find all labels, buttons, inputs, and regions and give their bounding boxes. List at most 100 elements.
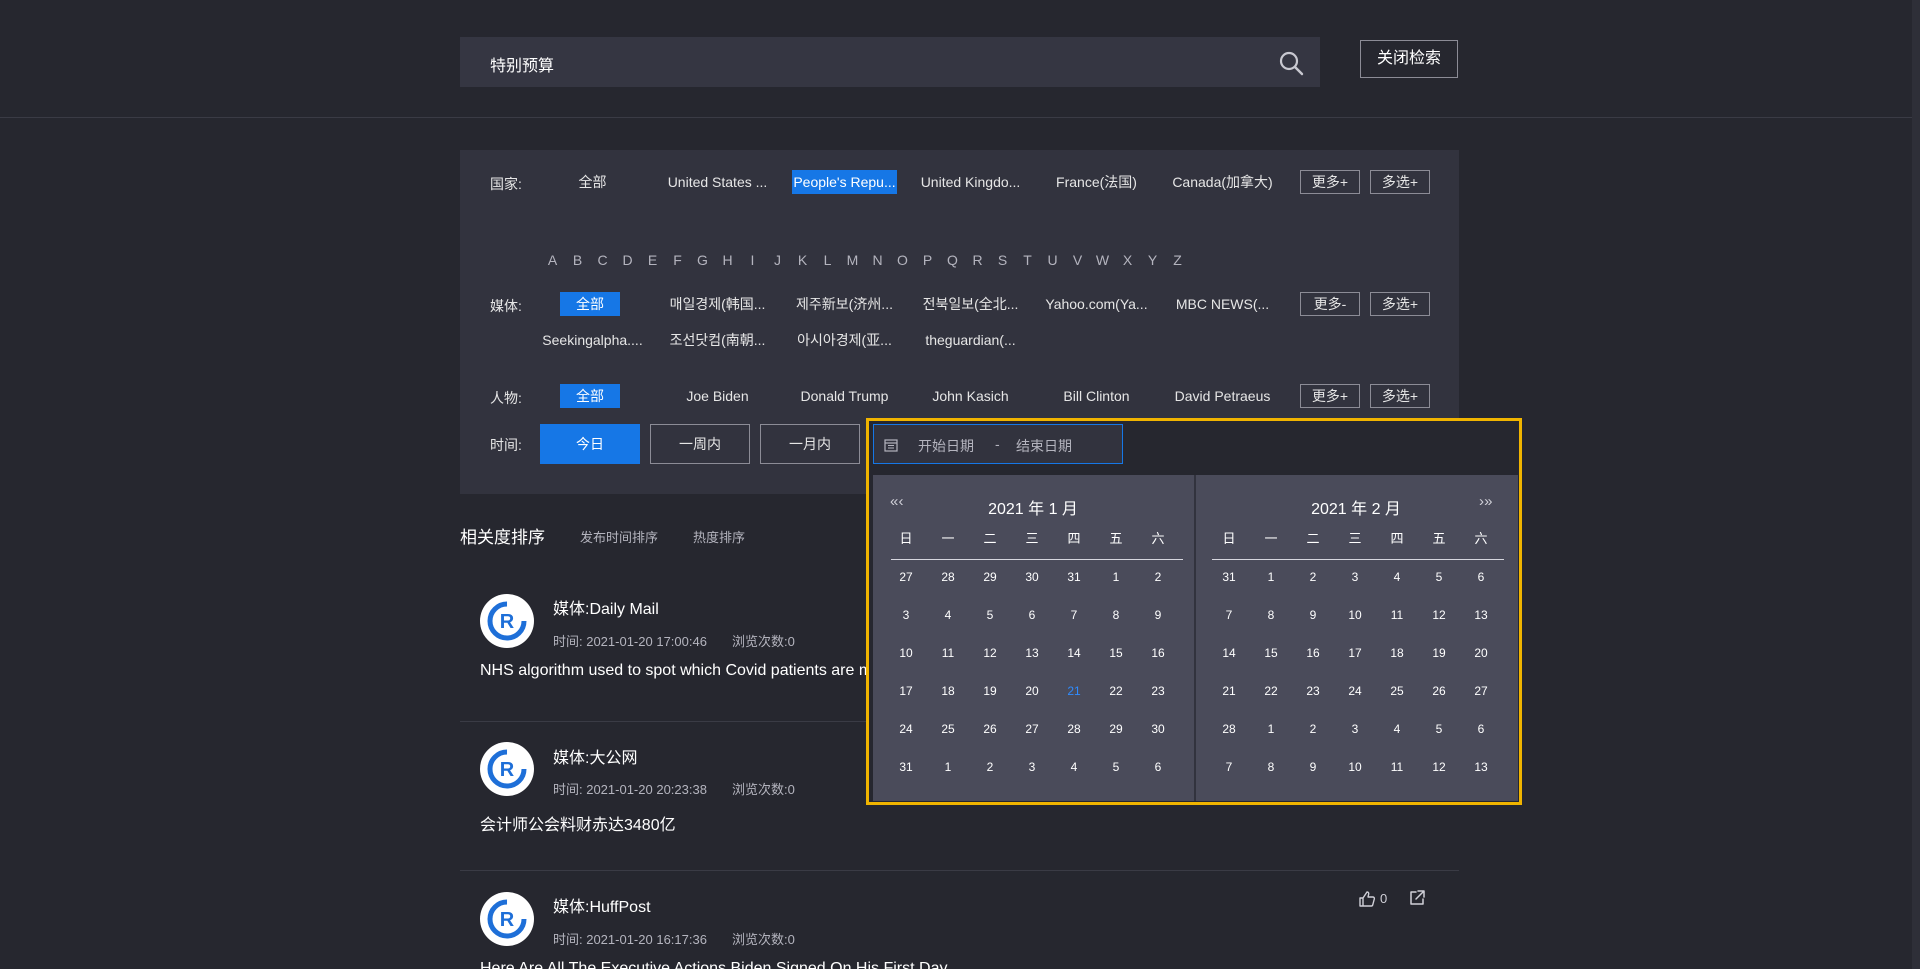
letter-a[interactable]: A — [540, 252, 565, 268]
country-option-united-kingdom[interactable]: United Kingdo... — [918, 170, 1023, 194]
calendar-day[interactable]: 28 — [1053, 719, 1095, 739]
media-option-chosun[interactable]: 조선닷컴(南朝... — [665, 328, 770, 352]
calendar-day[interactable]: 11 — [1376, 605, 1418, 625]
calendar-day[interactable]: 18 — [1376, 643, 1418, 663]
letter-k[interactable]: K — [790, 252, 815, 268]
calendar-day[interactable]: 21 — [1053, 681, 1095, 701]
sort-relevance[interactable]: 相关度排序 — [460, 523, 545, 548]
start-date-input[interactable]: 开始日期 — [918, 436, 974, 456]
country-more-button[interactable]: 更多+ — [1300, 170, 1360, 194]
calendar-day[interactable]: 20 — [1011, 681, 1053, 701]
letter-s[interactable]: S — [990, 252, 1015, 268]
calendar-day[interactable]: 16 — [1292, 643, 1334, 663]
calendar-day[interactable]: 3 — [1334, 719, 1376, 739]
calendar-day[interactable]: 23 — [1137, 681, 1179, 701]
media-option-asiae[interactable]: 아시아경제(亚... — [792, 328, 897, 352]
calendar-day[interactable]: 13 — [1460, 757, 1502, 777]
media-option-theguardian[interactable]: theguardian(... — [918, 328, 1023, 352]
calendar-day[interactable]: 12 — [969, 643, 1011, 663]
letter-h[interactable]: H — [715, 252, 740, 268]
time-week-button[interactable]: 一周内 — [650, 424, 750, 464]
calendar-day[interactable]: 22 — [1250, 681, 1292, 701]
letter-e[interactable]: E — [640, 252, 665, 268]
calendar-day[interactable]: 19 — [1418, 643, 1460, 663]
letter-u[interactable]: U — [1040, 252, 1065, 268]
calendar-day[interactable]: 13 — [1011, 643, 1053, 663]
letter-p[interactable]: P — [915, 252, 940, 268]
calendar-day[interactable]: 5 — [1418, 719, 1460, 739]
calendar-day[interactable]: 24 — [1334, 681, 1376, 701]
sort-publish-time[interactable]: 发布时间排序 — [580, 527, 658, 546]
letter-g[interactable]: G — [690, 252, 715, 268]
calendar-day[interactable]: 14 — [1208, 643, 1250, 663]
share-icon[interactable] — [1408, 889, 1426, 907]
calendar-day[interactable]: 13 — [1460, 605, 1502, 625]
calendar-day[interactable]: 27 — [1011, 719, 1053, 739]
letter-v[interactable]: V — [1065, 252, 1090, 268]
calendar-day[interactable]: 16 — [1137, 643, 1179, 663]
calendar-day[interactable]: 7 — [1208, 605, 1250, 625]
next-month-year-nav-icon[interactable]: › » — [1479, 493, 1492, 510]
calendar-day[interactable]: 10 — [1334, 757, 1376, 777]
calendar-day[interactable]: 22 — [1095, 681, 1137, 701]
letter-r[interactable]: R — [965, 252, 990, 268]
calendar-day[interactable]: 4 — [1376, 567, 1418, 587]
letter-c[interactable]: C — [590, 252, 615, 268]
calendar-day[interactable]: 20 — [1460, 643, 1502, 663]
letter-i[interactable]: I — [740, 252, 765, 268]
calendar-day[interactable]: 21 — [1208, 681, 1250, 701]
letter-l[interactable]: L — [815, 252, 840, 268]
letter-f[interactable]: F — [665, 252, 690, 268]
calendar-day[interactable]: 9 — [1292, 757, 1334, 777]
sort-popularity[interactable]: 热度排序 — [693, 527, 745, 546]
letter-o[interactable]: O — [890, 252, 915, 268]
news-title[interactable]: 会计师公会料财赤达3480亿 — [480, 811, 676, 835]
calendar-day[interactable]: 24 — [885, 719, 927, 739]
country-option-france[interactable]: France(法国) — [1044, 170, 1149, 194]
date-range-input[interactable]: 开始日期 - 结束日期 — [873, 424, 1123, 464]
calendar-day[interactable]: 26 — [969, 719, 1011, 739]
search-icon[interactable] — [1278, 50, 1304, 76]
calendar-day[interactable]: 28 — [927, 567, 969, 587]
calendar-day[interactable]: 5 — [969, 605, 1011, 625]
calendar-day[interactable]: 11 — [1376, 757, 1418, 777]
calendar-day[interactable]: 11 — [927, 643, 969, 663]
person-option-john-kasich[interactable]: John Kasich — [918, 384, 1023, 408]
calendar-day[interactable]: 6 — [1460, 567, 1502, 587]
page-scrollbar[interactable] — [1912, 0, 1920, 969]
calendar-day[interactable]: 29 — [1095, 719, 1137, 739]
media-more-button[interactable]: 更多- — [1300, 292, 1360, 316]
calendar-day[interactable]: 2 — [1137, 567, 1179, 587]
person-option-all[interactable]: 全部 — [560, 384, 620, 408]
calendar-day[interactable]: 15 — [1250, 643, 1292, 663]
letter-z[interactable]: Z — [1165, 252, 1190, 268]
calendar-day[interactable]: 31 — [1208, 567, 1250, 587]
calendar-day[interactable]: 26 — [1418, 681, 1460, 701]
calendar-day[interactable]: 27 — [885, 567, 927, 587]
calendar-day[interactable]: 31 — [885, 757, 927, 777]
news-title[interactable]: Here Are All The Executive Actions Biden… — [480, 960, 947, 969]
calendar-day[interactable]: 14 — [1053, 643, 1095, 663]
calendar-day[interactable]: 8 — [1095, 605, 1137, 625]
calendar-day[interactable]: 5 — [1095, 757, 1137, 777]
country-option-all[interactable]: 全部 — [540, 170, 645, 194]
letter-j[interactable]: J — [765, 252, 790, 268]
media-option-all[interactable]: 全部 — [560, 292, 620, 316]
letter-y[interactable]: Y — [1140, 252, 1165, 268]
calendar-day[interactable]: 30 — [1137, 719, 1179, 739]
calendar-day[interactable]: 2 — [969, 757, 1011, 777]
calendar-day[interactable]: 4 — [927, 605, 969, 625]
media-option-yahoo[interactable]: Yahoo.com(Ya... — [1044, 292, 1149, 316]
letter-t[interactable]: T — [1015, 252, 1040, 268]
letter-m[interactable]: M — [840, 252, 865, 268]
person-option-joe-biden[interactable]: Joe Biden — [665, 384, 770, 408]
media-option-seekingalpha[interactable]: Seekingalpha.... — [540, 328, 645, 352]
prev-year-month-nav-icon[interactable]: « ‹ — [890, 493, 903, 510]
letter-x[interactable]: X — [1115, 252, 1140, 268]
letter-w[interactable]: W — [1090, 252, 1115, 268]
calendar-day[interactable]: 1 — [1250, 719, 1292, 739]
end-date-input[interactable]: 结束日期 — [1016, 436, 1072, 456]
search-box[interactable]: 特别预算 — [460, 37, 1320, 87]
calendar-day[interactable]: 3 — [885, 605, 927, 625]
calendar-day[interactable]: 9 — [1292, 605, 1334, 625]
